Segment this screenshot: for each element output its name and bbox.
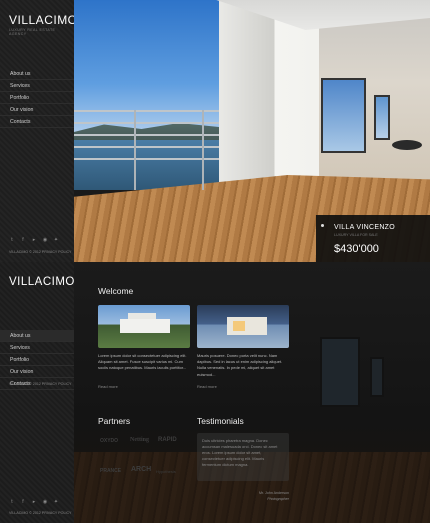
social-links: t f ▸ ◉ ✦ bbox=[9, 499, 59, 505]
nav-item-about[interactable]: About us bbox=[0, 68, 74, 80]
nav-item-services[interactable]: Services bbox=[0, 80, 74, 92]
partner-logo-netting[interactable]: Netting bbox=[130, 437, 149, 443]
partner-logo-hypothesis[interactable]: Hypothesis bbox=[156, 469, 176, 474]
main-nav: About us Services Portfolio Our vision C… bbox=[0, 68, 74, 128]
copyright: VILLACIMO © 2012 PRIVACY POLICY bbox=[9, 250, 72, 254]
welcome-image-2[interactable] bbox=[197, 305, 289, 348]
rss-icon[interactable]: ◉ bbox=[42, 499, 48, 505]
partner-logo-rapid[interactable]: RAPID bbox=[158, 437, 177, 443]
property-subtitle: LUXURY VILLA FOR SALE bbox=[334, 233, 378, 237]
testimonials-heading: Testimonials bbox=[197, 416, 244, 426]
copyright: VILLACIMO © 2012 PRIVACY POLICY bbox=[9, 511, 72, 515]
nav-item-portfolio[interactable]: Portfolio bbox=[0, 92, 74, 104]
settings-icon[interactable]: ✦ bbox=[53, 499, 59, 505]
nav-item-vision[interactable]: Our vision bbox=[0, 366, 74, 378]
main-nav: About us Services Portfolio Our vision C… bbox=[0, 330, 74, 390]
bullet-icon bbox=[321, 224, 324, 227]
sidebar: VILLACIMO LUXURY REAL ESTATE AGENCY Abou… bbox=[0, 0, 77, 262]
social-links: t f ▸ ◉ ✦ bbox=[9, 237, 59, 243]
youtube-icon[interactable]: ▸ bbox=[31, 237, 37, 243]
site-logo[interactable]: VILLACIMO bbox=[9, 13, 78, 27]
twitter-icon[interactable]: t bbox=[9, 237, 15, 243]
property-price: $430'000 bbox=[334, 243, 379, 255]
site-tagline: LUXURY REAL ESTATE AGENCY bbox=[9, 28, 56, 36]
nav-item-portfolio[interactable]: Portfolio bbox=[0, 354, 74, 366]
nav-item-services[interactable]: Services bbox=[0, 342, 74, 354]
welcome-heading: Welcome bbox=[98, 286, 134, 296]
twitter-icon[interactable]: t bbox=[9, 499, 15, 505]
welcome-text-2: Mauris posuere. Donec porta velit nunc. … bbox=[197, 353, 283, 377]
youtube-icon[interactable]: ▸ bbox=[31, 499, 37, 505]
nav-item-about[interactable]: About us bbox=[0, 330, 74, 342]
partners-heading: Partners bbox=[98, 416, 131, 426]
partner-logo-arch[interactable]: ARCH bbox=[131, 466, 151, 473]
hero-screenshot: VILLACIMO LUXURY REAL ESTATE AGENCY Abou… bbox=[0, 0, 430, 262]
testimonial-author-role: Photographer bbox=[267, 497, 289, 501]
site-logo[interactable]: VILLACIMO bbox=[9, 276, 75, 288]
partner-logo-oxydo[interactable]: OXYDO bbox=[100, 438, 118, 444]
welcome-image-1[interactable] bbox=[98, 305, 190, 348]
read-more-link-2[interactable]: Read more bbox=[197, 384, 217, 389]
testimonial-quote-box: Duis ultricies pharetra magna. Donec acc… bbox=[197, 433, 289, 481]
nav-item-contacts[interactable]: Contacts bbox=[0, 116, 74, 128]
rss-icon[interactable]: ◉ bbox=[42, 237, 48, 243]
sidebar: VILLACIMO About us Services Portfolio Ou… bbox=[0, 262, 74, 523]
facebook-icon[interactable]: f bbox=[20, 237, 26, 243]
testimonial-quote: Duis ultricies pharetra magna. Donec acc… bbox=[202, 438, 278, 467]
nav-item-vision[interactable]: Our vision bbox=[0, 104, 74, 116]
featured-property-card[interactable]: VILLA VINCENZO LUXURY VILLA FOR SALE $43… bbox=[316, 215, 430, 262]
property-title: VILLA VINCENZO bbox=[334, 224, 395, 231]
testimonial-author: Mr. John Anderson bbox=[259, 491, 289, 495]
read-more-link-1[interactable]: Read more bbox=[98, 384, 118, 389]
settings-icon[interactable]: ✦ bbox=[53, 237, 59, 243]
copyright: VILLACIMO © 2012 PRIVACY POLICY bbox=[9, 382, 72, 386]
welcome-text-1: Lorem ipsum dolor sit consectetuer adipi… bbox=[98, 353, 187, 371]
partner-logo-prance[interactable]: PRANCE bbox=[100, 468, 121, 474]
about-page-screenshot: VILLACIMO About us Services Portfolio Ou… bbox=[0, 262, 430, 523]
facebook-icon[interactable]: f bbox=[20, 499, 26, 505]
